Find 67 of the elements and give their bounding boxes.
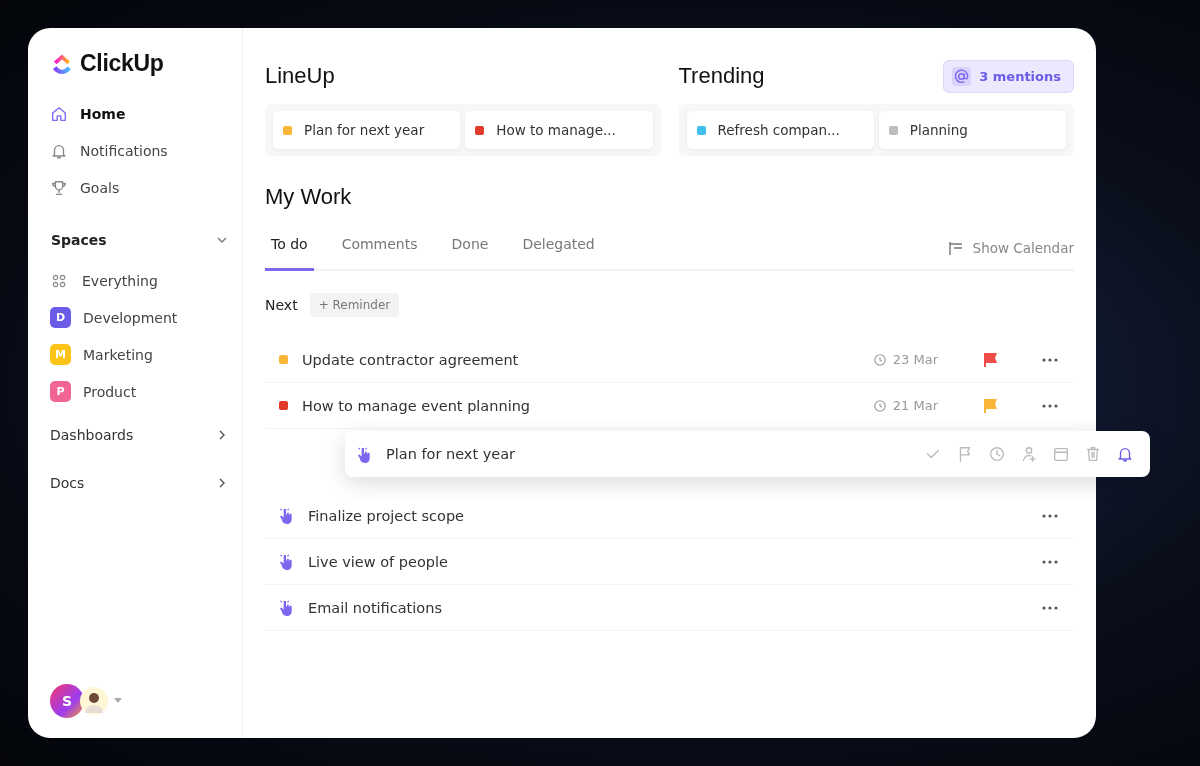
home-icon[interactable] — [50, 104, 68, 123]
clock-icon — [872, 352, 887, 367]
section-title: LineUp — [265, 63, 335, 89]
drag-hand-icon[interactable] — [279, 553, 294, 570]
more-icon[interactable] — [1042, 357, 1058, 362]
space-avatar: D — [50, 307, 71, 328]
section-title: My Work — [265, 184, 353, 210]
task-card[interactable]: Plan for next year — [273, 111, 461, 149]
more-icon[interactable] — [1042, 559, 1058, 564]
space-item[interactable]: M Marketing — [50, 336, 228, 373]
due-date: 21 Mar — [892, 398, 938, 413]
task-title: Refresh compan... — [717, 122, 840, 138]
more-icon[interactable] — [1042, 605, 1058, 610]
mentions-button[interactable]: 3 mentions — [943, 59, 1074, 93]
bell-icon[interactable] — [1116, 445, 1134, 463]
tab[interactable]: To do — [265, 226, 314, 271]
task-title: Plan for next year — [386, 446, 517, 462]
flag-icon[interactable] — [982, 351, 998, 368]
task-title: Live view of people — [308, 553, 449, 570]
tab[interactable]: Done — [445, 226, 495, 271]
more-icon[interactable] — [1042, 403, 1058, 408]
task-row[interactable]: Email notifications — [265, 585, 1074, 631]
task-title: How to manage... — [496, 122, 616, 138]
tab[interactable]: Delegated — [516, 226, 601, 271]
drag-hand-icon[interactable] — [279, 599, 294, 616]
task-row[interactable]: How to manage event planning 21 Mar — [265, 383, 1074, 429]
task-title: Update contractor agreement — [302, 351, 520, 368]
sidebar-section[interactable]: Dashboards — [50, 412, 228, 458]
task-card[interactable]: How to manage... — [465, 111, 653, 149]
reminder-button[interactable]: + Reminder — [309, 293, 400, 317]
more-icon[interactable] — [1042, 513, 1058, 518]
trophy-icon[interactable] — [50, 178, 68, 197]
task-card[interactable]: Planning — [878, 111, 1066, 149]
nav-item[interactable]: Notifications — [50, 132, 228, 169]
space-item[interactable]: P Product — [50, 373, 228, 410]
logo-text: ClickUp — [80, 50, 164, 77]
space-avatar: M — [50, 344, 71, 365]
nav-item[interactable]: Home — [50, 95, 228, 132]
caret-icon[interactable] — [114, 698, 122, 704]
task-title: Email notifications — [308, 599, 443, 616]
person-avatar[interactable] — [80, 687, 108, 715]
grid-icon — [52, 273, 66, 288]
task-title: Planning — [909, 122, 968, 138]
space-avatar: P — [50, 381, 71, 402]
due-date: 23 Mar — [892, 352, 938, 367]
clock-icon — [872, 398, 887, 413]
space-item[interactable]: Everything — [50, 262, 228, 299]
space-item[interactable]: D Development — [50, 299, 228, 336]
task-row[interactable]: Live view of people — [265, 539, 1074, 585]
task-card[interactable]: Refresh compan... — [686, 111, 874, 149]
drag-hand-icon[interactable] — [279, 507, 294, 524]
spaces-heading: Spaces — [51, 232, 107, 248]
sidebar-section[interactable]: Docs — [50, 460, 228, 506]
task-title: How to manage event planning — [302, 397, 532, 414]
task-title: Finalize project scope — [308, 507, 466, 524]
nav-item[interactable]: Goals — [50, 169, 228, 206]
task-title: Plan for next year — [304, 122, 425, 138]
group-label: Next — [265, 297, 298, 313]
user-avatar[interactable]: S — [50, 684, 84, 718]
task-row[interactable]: Finalize project scope — [265, 493, 1074, 539]
at-icon — [952, 66, 972, 86]
show-calendar-button[interactable]: Show Calendar — [946, 238, 1074, 257]
dragged-task-card[interactable]: Plan for next year — [345, 431, 1150, 477]
section-title: Trending — [678, 63, 765, 89]
task-row[interactable]: Update contractor agreement 23 Mar — [265, 337, 1074, 383]
drag-hand-icon[interactable] — [357, 445, 372, 463]
tab[interactable]: Comments — [335, 226, 424, 271]
